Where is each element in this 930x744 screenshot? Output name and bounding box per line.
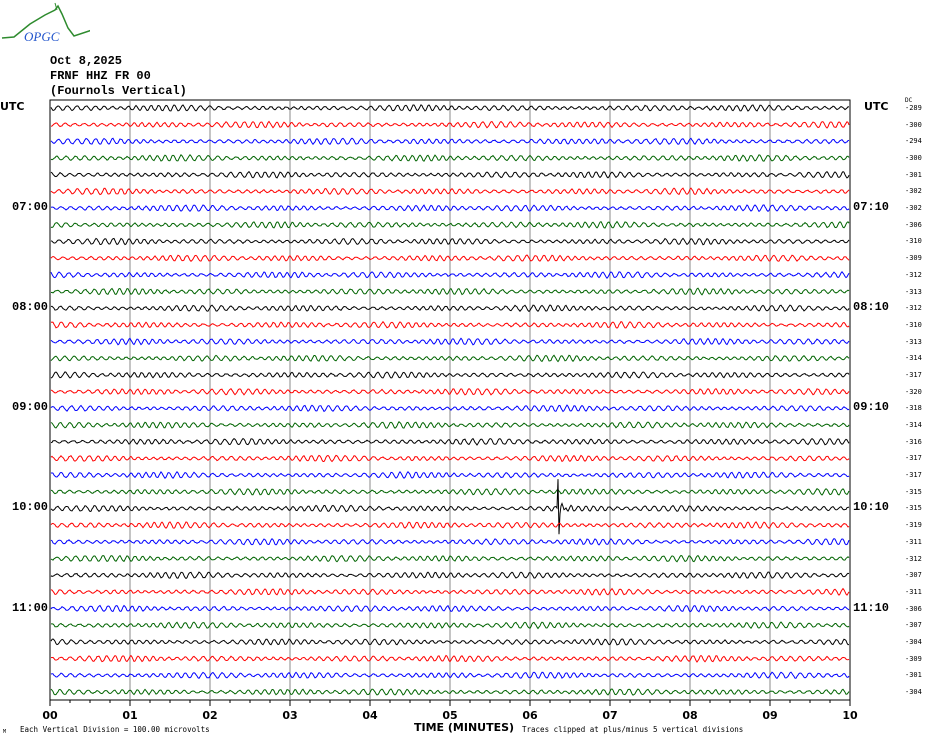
x-tick-label: 00 (42, 709, 58, 722)
dc-offset-label: -306 (905, 604, 922, 613)
x-tick-label: 04 (362, 709, 378, 722)
dc-offset-label: -304 (905, 637, 922, 646)
corner-mark: M (3, 729, 7, 735)
x-tick-label: 02 (202, 709, 218, 722)
dc-offset-label: -309 (905, 654, 922, 663)
dc-offset-label: -300 (905, 120, 922, 129)
dc-offset-label: -315 (905, 504, 922, 513)
dc-offset-label: -317 (905, 454, 922, 463)
clip-note: Traces clipped at plus/minus 5 vertical … (522, 725, 744, 734)
dc-offset-label: -304 (905, 688, 922, 696)
dc-offset-label: -300 (905, 154, 922, 163)
dc-offset-label: -312 (905, 270, 922, 279)
x-axis-title: TIME (MINUTES) (414, 721, 515, 734)
right-time-label: 07:10 (853, 200, 890, 215)
right-time-label: 08:10 (853, 300, 890, 315)
dc-offset-label: -311 (905, 537, 922, 546)
right-time-label: 11:10 (853, 600, 890, 615)
dc-offset-label: -289 (905, 104, 922, 112)
dc-offset-label: -316 (905, 437, 922, 446)
right-time-label: 09:10 (853, 400, 890, 415)
dc-offset-label: -301 (905, 671, 922, 680)
right-time-label: 10:10 (853, 500, 890, 515)
dc-offset-label: -301 (905, 170, 922, 179)
x-tick-label: 03 (282, 709, 298, 722)
dc-offset-label: -306 (905, 220, 922, 229)
dc-offset-label: -320 (905, 387, 922, 396)
dc-offset-label: -317 (905, 471, 922, 480)
x-tick-label: 06 (522, 709, 538, 722)
left-time-label: 08:00 (12, 300, 49, 315)
dc-offset-label: -307 (905, 621, 922, 630)
helicorder-plot (49, 99, 851, 706)
dc-offset-label: -313 (905, 287, 922, 296)
dc-offset-label: -319 (905, 521, 922, 530)
dc-offset-label: -302 (905, 187, 922, 196)
dc-offset-label: -310 (905, 237, 922, 246)
dc-offset-label: -317 (905, 370, 922, 379)
dc-offset-label: -309 (905, 254, 922, 263)
dc-offset-label: -311 (905, 587, 922, 596)
dc-offset-label: -315 (905, 487, 922, 496)
dc-offset-label: -312 (905, 304, 922, 313)
dc-offset-label: -314 (905, 354, 922, 363)
left-time-label: 09:00 (12, 400, 49, 415)
dc-offset-label: -318 (905, 404, 922, 413)
dc-offset-label: -307 (905, 571, 922, 580)
dc-offset-label: -314 (905, 421, 922, 430)
x-tick-label: 07 (602, 709, 618, 722)
x-tick-label: 08 (682, 709, 698, 722)
dc-offset-label: -302 (905, 204, 922, 213)
scale-note: Each Vertical Division = 100.00 microvol… (20, 725, 210, 734)
left-time-label: 11:00 (12, 600, 49, 615)
dc-offset-label: -312 (905, 554, 922, 563)
dc-offset-label: -310 (905, 320, 922, 329)
dc-offset-label: -313 (905, 337, 922, 346)
left-time-label: 10:00 (12, 500, 49, 515)
left-time-label: 07:00 (12, 200, 49, 215)
x-tick-label: 09 (762, 709, 778, 722)
x-tick-label: 10 (842, 709, 858, 722)
dc-offset-label: -294 (905, 137, 922, 146)
x-tick-label: 01 (122, 709, 138, 722)
